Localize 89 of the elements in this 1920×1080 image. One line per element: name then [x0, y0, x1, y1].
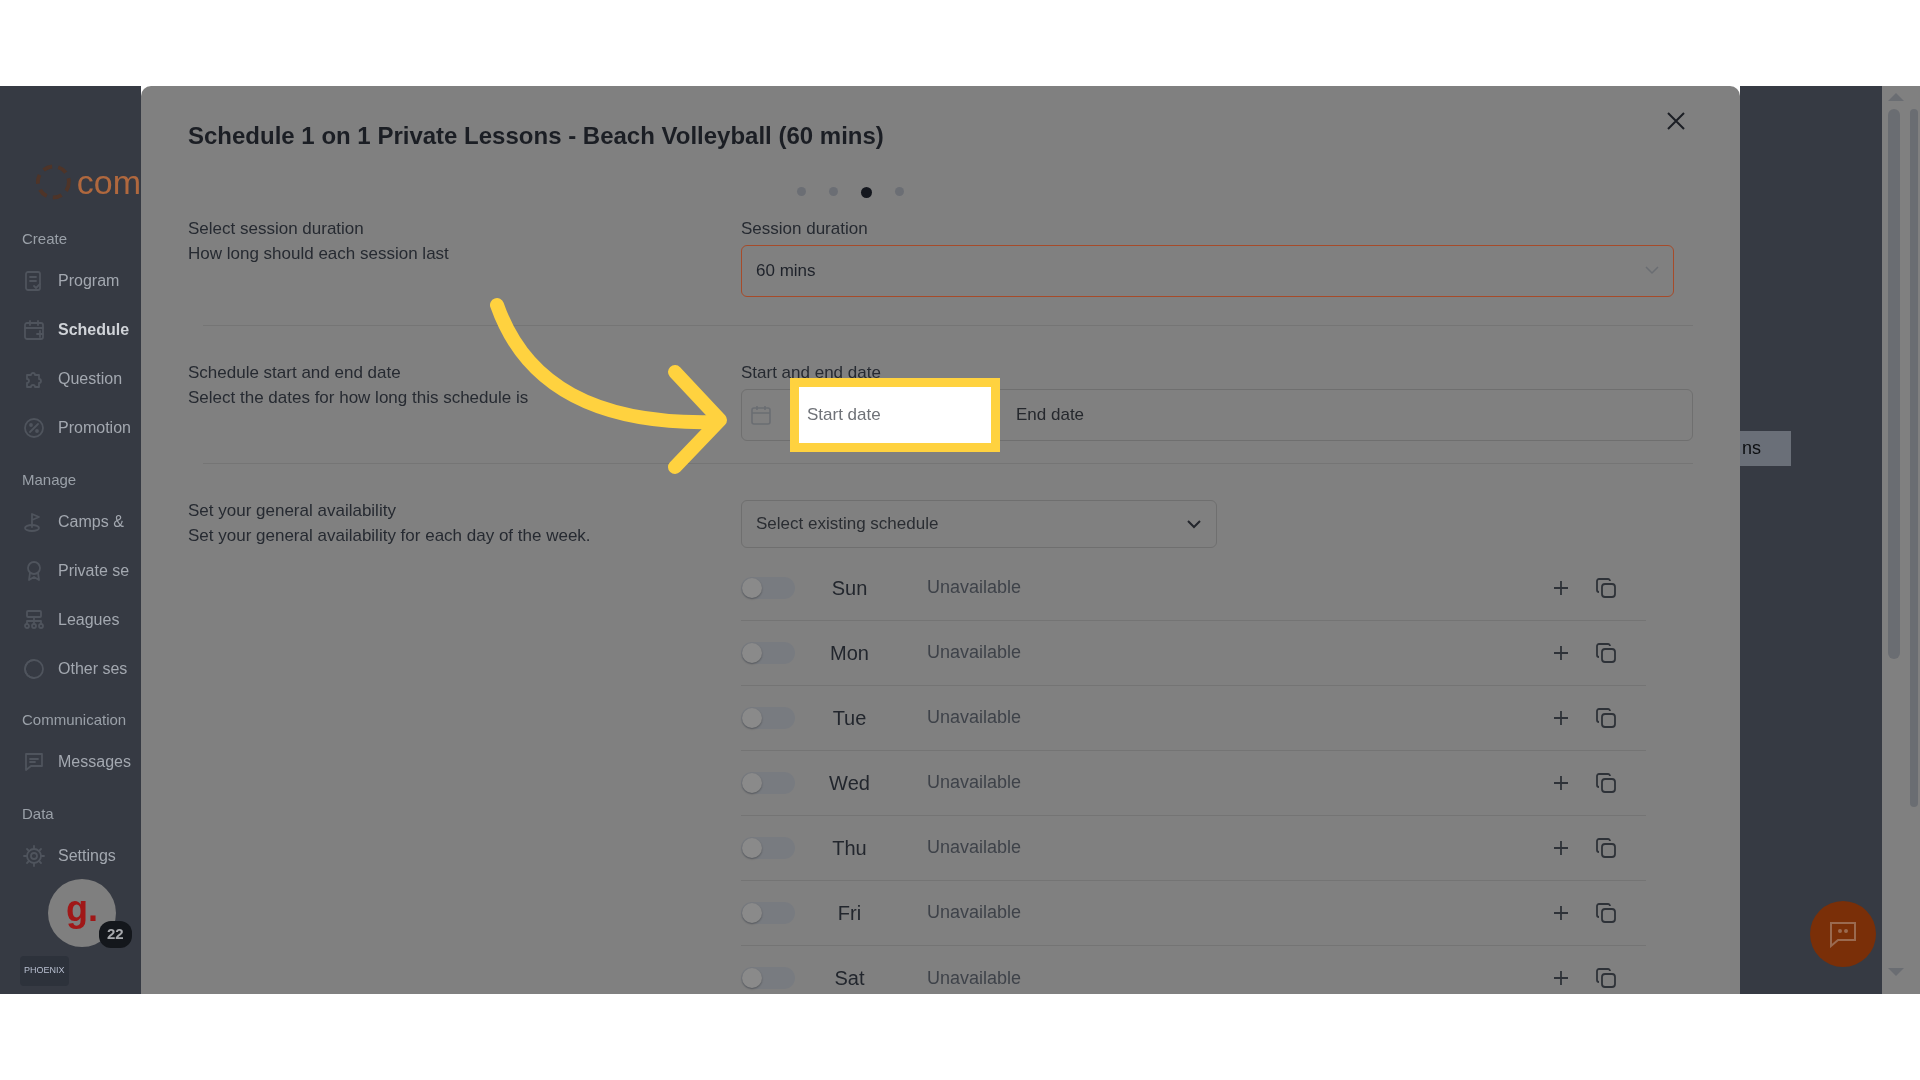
- sidebar-item[interactable]: Other ses: [0, 644, 141, 693]
- end-date-field[interactable]: End date: [1014, 401, 1314, 429]
- chat-icon: [1828, 920, 1858, 948]
- toggle-switch[interactable]: [741, 836, 795, 859]
- sidebar-item[interactable]: Camps &: [0, 497, 141, 546]
- schedule-select[interactable]: Select existing schedule: [741, 499, 1217, 548]
- copy-button[interactable]: [1594, 835, 1618, 860]
- section-description: Set your general availability for each day of the week.: [188, 524, 592, 547]
- sidebar-item[interactable]: Leagues: [0, 595, 141, 644]
- scrollbar[interactable]: [1882, 86, 1920, 994]
- sidebar-item[interactable]: Settings: [0, 831, 141, 880]
- section-description: How long should each session last: [188, 242, 450, 265]
- copy-button[interactable]: [1594, 640, 1618, 665]
- calendar-plus-icon: [22, 318, 46, 342]
- field-label: Session duration: [741, 217, 869, 240]
- availability-status: Unavailable: [927, 966, 1023, 990]
- add-button[interactable]: [1552, 708, 1570, 727]
- section-title: Schedule start and end date: [188, 361, 402, 384]
- organization-logo: PHOENIX: [20, 956, 69, 986]
- add-button[interactable]: [1552, 773, 1570, 792]
- close-icon: [1666, 110, 1686, 131]
- add-button[interactable]: [1552, 969, 1570, 988]
- plus-icon: [1552, 643, 1570, 662]
- plus-icon: [1552, 838, 1570, 857]
- copy-icon: [1594, 966, 1618, 991]
- toggle-switch[interactable]: [741, 967, 795, 990]
- copy-button[interactable]: [1594, 705, 1618, 730]
- start-date-field[interactable]: Start date: [790, 377, 1000, 452]
- plus-icon: [1552, 578, 1570, 597]
- notification-count: 22: [99, 921, 132, 948]
- hierarchy-icon: [22, 607, 46, 632]
- sidebar-item[interactable]: Program: [0, 256, 141, 306]
- sidebar-item[interactable]: Question: [0, 354, 141, 404]
- add-button[interactable]: [1552, 643, 1570, 662]
- sidebar-section-heading: Communication: [21, 710, 128, 730]
- toggle-switch[interactable]: [741, 576, 795, 599]
- availability-status: Unavailable: [927, 576, 1023, 600]
- copy-icon: [1594, 640, 1618, 665]
- plus-icon: [1552, 773, 1570, 792]
- sidebar-item[interactable]: Promotion: [0, 403, 141, 453]
- availability-status: Unavailable: [927, 706, 1023, 730]
- day-label: Sat: [833, 966, 866, 992]
- sidebar-item[interactable]: Private se: [0, 546, 141, 595]
- day-label: Tue: [831, 705, 868, 731]
- toggle-switch[interactable]: [741, 901, 795, 924]
- toggle-switch[interactable]: [741, 771, 795, 794]
- availability-status: Unavailable: [927, 836, 1023, 860]
- section-description: Select the dates for how long this schedule is: [188, 386, 530, 409]
- sidebar-section-heading: Create: [21, 229, 69, 249]
- add-button[interactable]: [1552, 838, 1570, 857]
- percent-circle-icon: [22, 416, 46, 440]
- section-title: Select session duration: [188, 217, 365, 240]
- logo-text: com: [76, 165, 141, 199]
- step-dot[interactable]: [861, 186, 872, 198]
- availability-status: Unavailable: [927, 641, 1023, 665]
- copy-icon: [1594, 575, 1618, 600]
- plus-icon: [1552, 903, 1570, 922]
- sidebar-section-heading: Data: [21, 803, 55, 824]
- add-button[interactable]: [1552, 903, 1570, 922]
- copy-button[interactable]: [1594, 770, 1618, 795]
- duration-select[interactable]: 60 mins: [741, 244, 1674, 297]
- plus-icon: [1552, 708, 1570, 727]
- day-label: Thu: [831, 835, 868, 861]
- modal-title: Schedule 1 on 1 Private Lessons - Beach Volleyball (60 mins): [188, 122, 885, 151]
- toggle-switch[interactable]: [741, 641, 795, 664]
- copy-icon: [1594, 900, 1618, 925]
- copy-icon: [1594, 835, 1618, 860]
- availability-status: Unavailable: [927, 901, 1023, 925]
- copy-button[interactable]: [1594, 575, 1618, 600]
- sidebar-item[interactable]: Schedule: [0, 305, 141, 355]
- plus-icon: [1552, 969, 1570, 988]
- copy-button[interactable]: [1594, 900, 1618, 925]
- copy-button[interactable]: [1594, 966, 1618, 991]
- background-text: ns: [1740, 431, 1791, 466]
- gear-icon: [22, 843, 46, 868]
- day-label: Mon: [829, 640, 870, 666]
- sidebar-item[interactable]: Messages: [0, 737, 141, 787]
- day-label: Wed: [828, 770, 871, 796]
- availability-status: Unavailable: [927, 771, 1023, 795]
- copy-icon: [1594, 770, 1618, 795]
- add-button[interactable]: [1552, 578, 1570, 597]
- chat-icon: [22, 750, 46, 774]
- copy-icon: [1594, 705, 1618, 730]
- sidebar-section-heading: Manage: [21, 469, 78, 490]
- day-label: Fri: [836, 900, 863, 926]
- day-label: Sun: [830, 575, 869, 601]
- chevron-down-icon: [1186, 518, 1202, 529]
- section-title: Set your general availability: [188, 499, 397, 522]
- toggle-switch[interactable]: [741, 706, 795, 729]
